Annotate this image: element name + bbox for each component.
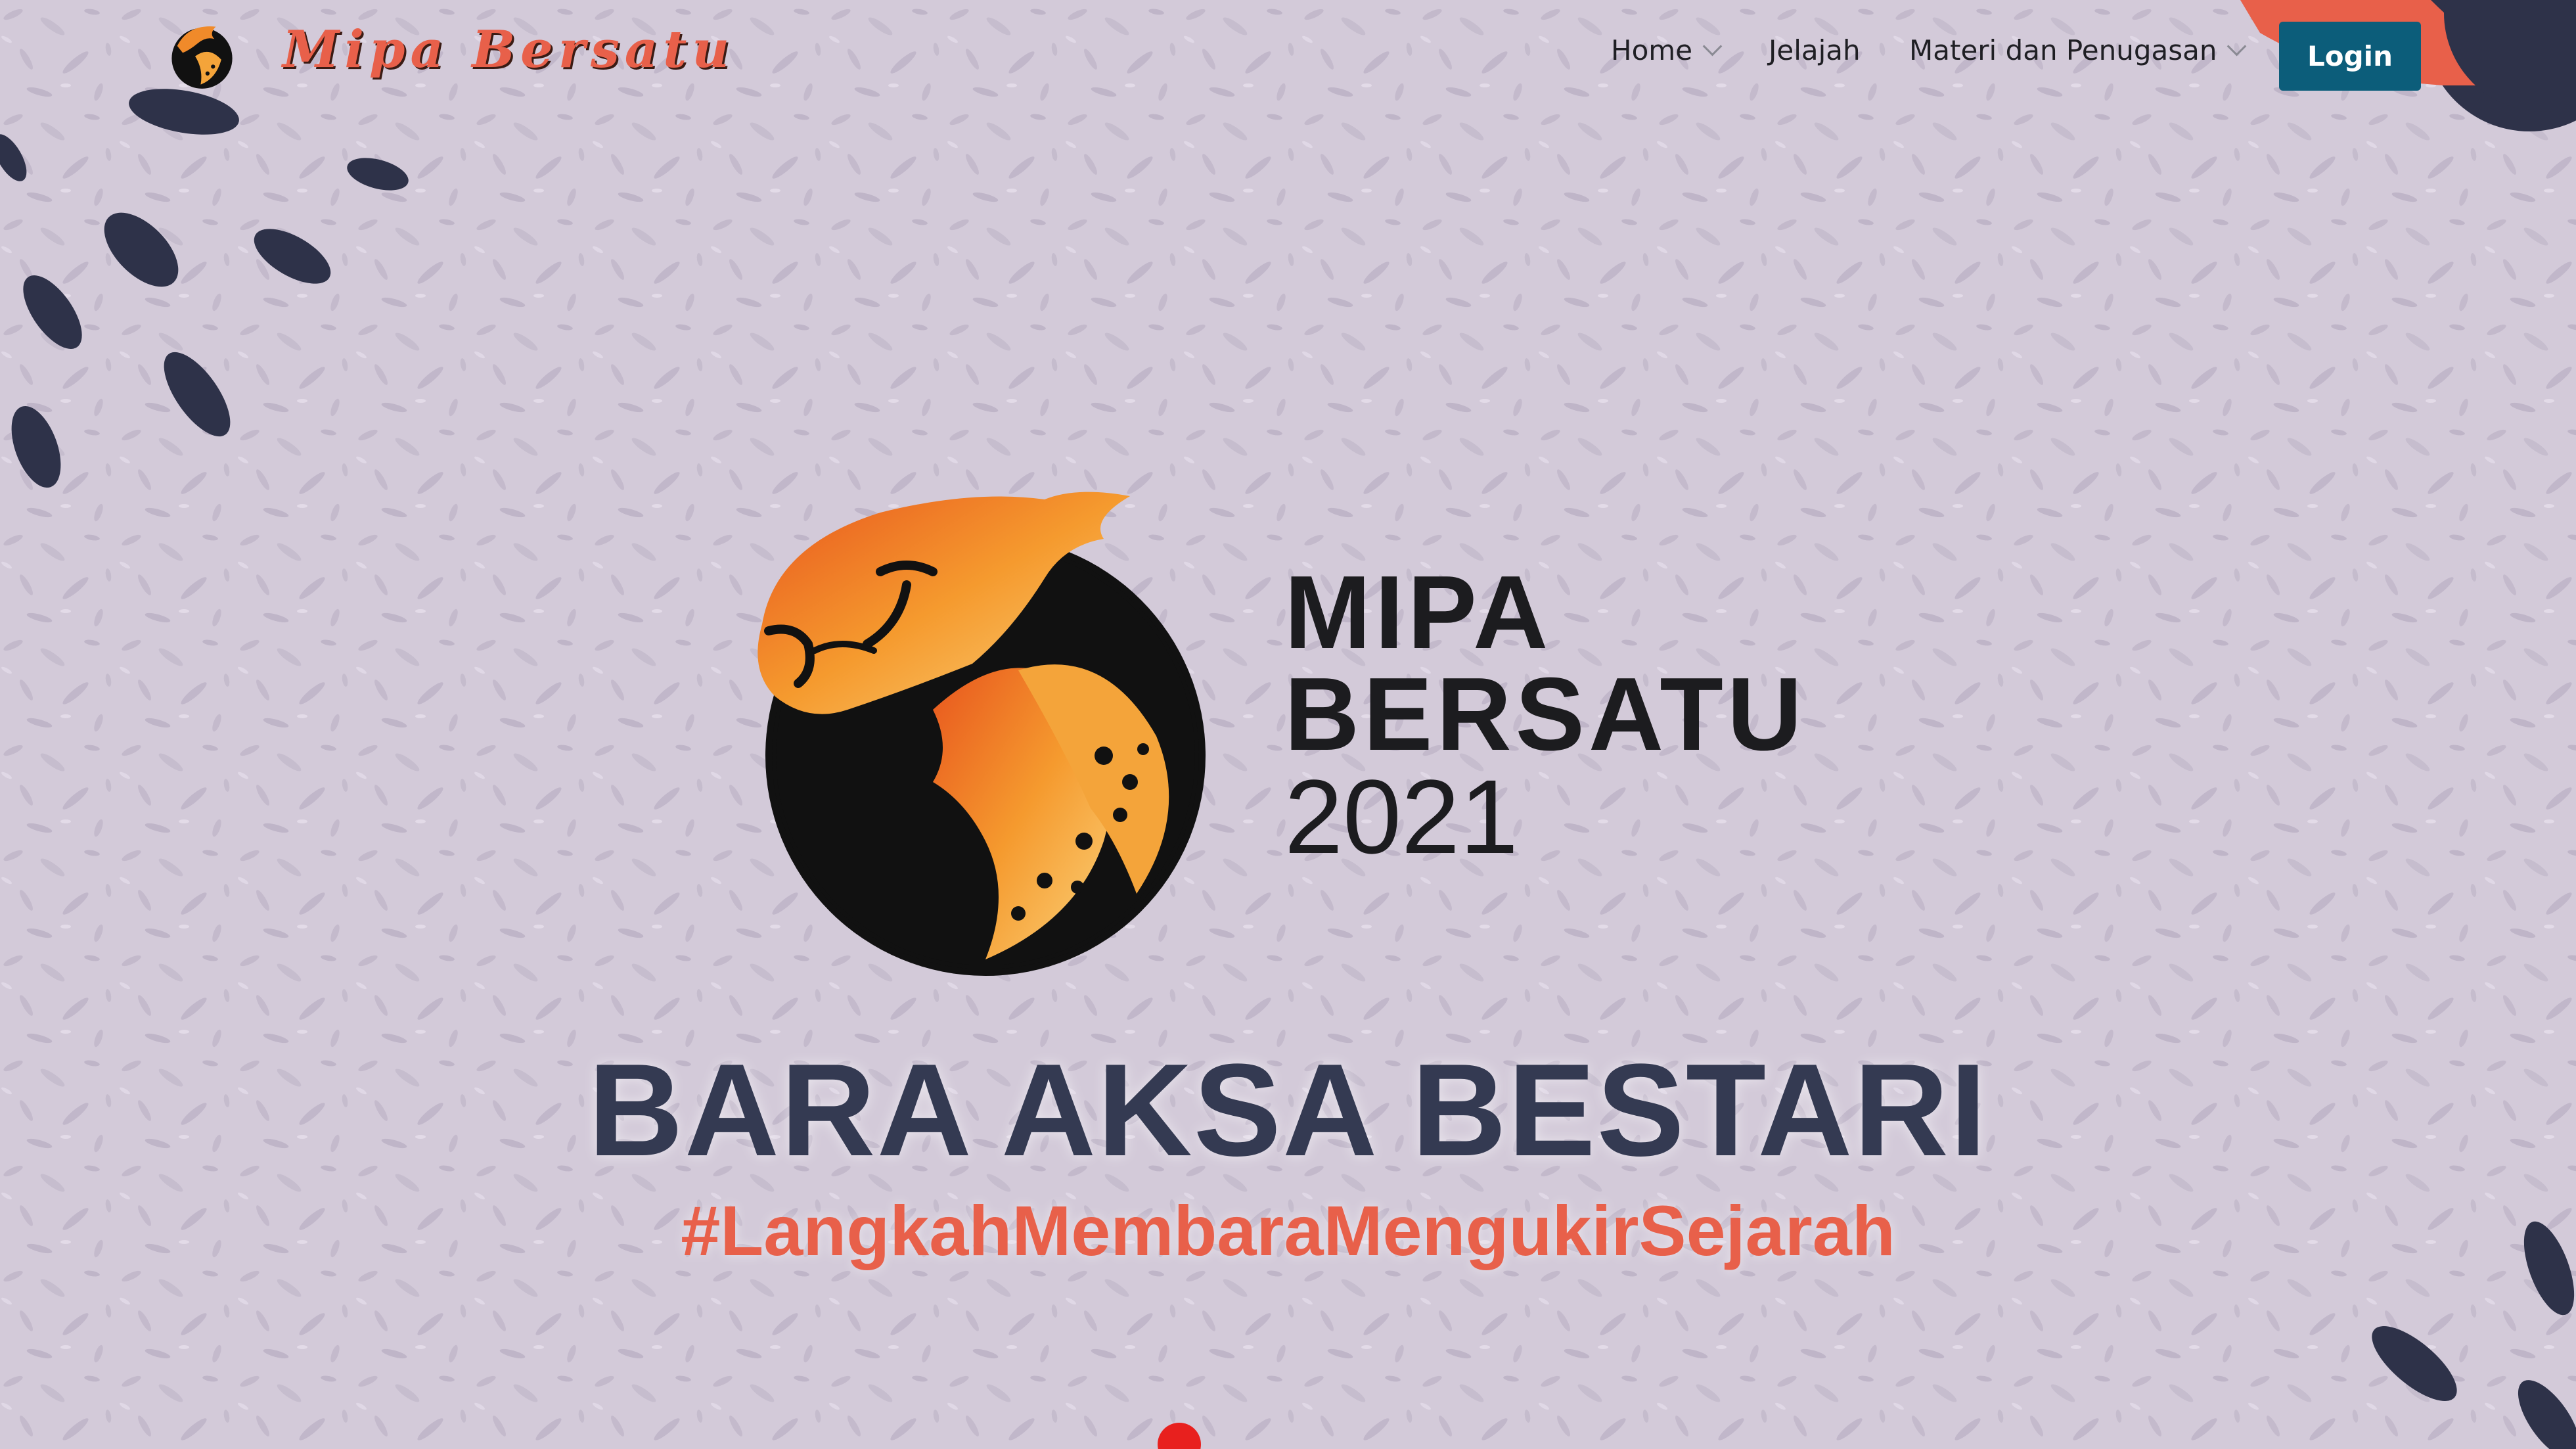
chevron-down-icon [1702,36,1723,57]
hero-logo-line2: BERSATU [1284,656,1806,772]
cheetah-emblem-icon [736,473,1222,979]
nav-jelajah[interactable]: Jelajah [1769,34,1861,66]
nav-home[interactable]: Home [1611,34,1723,66]
navbar: Mipa Bersatu Home Jelajah Materi dan Pen… [0,0,2576,112]
hero-logo-line1: MIPA [1284,555,1552,670]
hero-title: BARA AKSA BESTARI [588,1037,1988,1184]
nav-jelajah-label: Jelajah [1769,34,1861,66]
hero-logo-text: MIPA BERSATU 2021 [1284,555,1806,875]
cheetah-logo-icon[interactable] [168,18,237,91]
nav-materi-dan-penugasan[interactable]: Materi dan Penugasan [1909,34,2247,66]
nav-home-label: Home [1611,34,1693,66]
nav-materi-label: Materi dan Penugasan [1909,34,2217,66]
hero-logo-year: 2021 [1284,758,1518,875]
login-button[interactable]: Login [2279,22,2421,91]
brand-name[interactable]: Mipa Bersatu [282,20,734,80]
hero-hashtag: #LangkahMembaraMengukirSejarah [681,1191,1895,1270]
chevron-down-icon [2227,36,2247,57]
